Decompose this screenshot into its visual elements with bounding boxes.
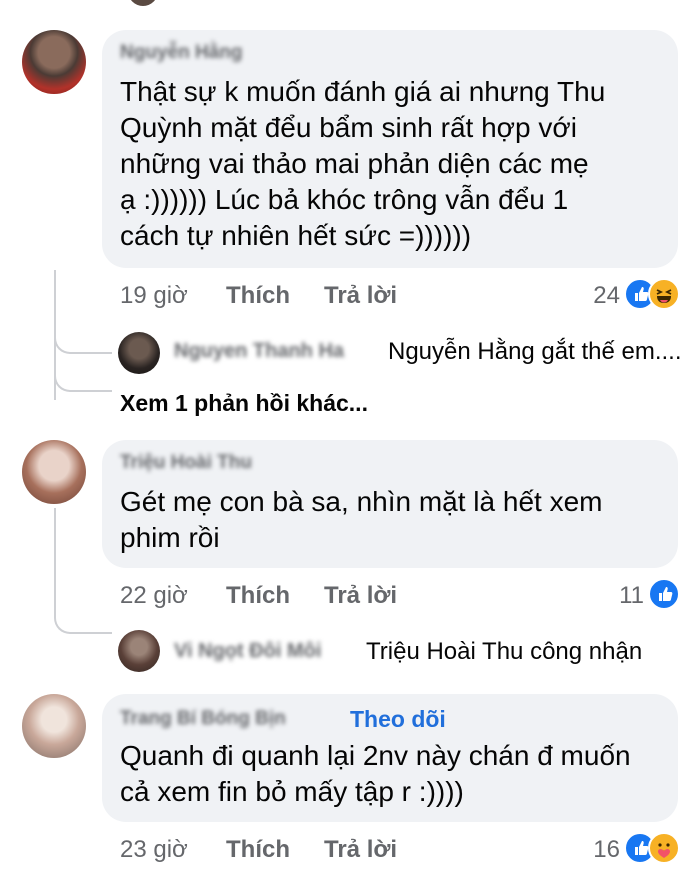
reaction-count[interactable]: 16 [570, 836, 620, 864]
avatar[interactable] [22, 694, 86, 758]
comment-actions: 19 giờ Thích Trả lời [120, 282, 520, 312]
reply-author[interactable]: Nguyen Thanh Ha [174, 340, 344, 363]
comment-actions: 22 giờ Thích Trả lời [120, 582, 520, 612]
follow-button[interactable]: Theo dõi [350, 706, 446, 733]
reply-preview[interactable]: Triệu Hoài Thu công nhận [366, 638, 642, 666]
like-link[interactable]: Thích [226, 836, 290, 864]
comment-text: Thật sự k muốn đánh giá ai nhưng Thu Quỳ… [120, 76, 606, 251]
like-link[interactable]: Thích [226, 582, 290, 610]
reply-avatar[interactable] [118, 630, 160, 672]
reply-link[interactable]: Trả lời [324, 282, 397, 310]
reaction-count[interactable]: 24 [570, 282, 620, 310]
avatar[interactable] [128, 0, 158, 6]
thread-line [54, 370, 112, 392]
like-icon[interactable] [648, 578, 680, 610]
like-link[interactable]: Thích [226, 282, 290, 310]
thread-line [54, 332, 112, 354]
reply-avatar[interactable] [118, 332, 160, 374]
comment-time[interactable]: 19 giờ [120, 282, 188, 310]
comment-author[interactable]: Triệu Hoài Thu [120, 452, 252, 474]
comment-time[interactable]: 22 giờ [120, 582, 188, 610]
reply-preview[interactable]: Nguyễn Hằng gắt thế em.... [388, 338, 682, 366]
comment-author[interactable]: Nguyễn Hằng [120, 42, 242, 64]
reply-link[interactable]: Trả lời [324, 836, 397, 864]
thread-line [54, 508, 56, 618]
avatar[interactable] [22, 440, 86, 504]
thread-line [54, 612, 112, 634]
comment-actions: 23 giờ Thích Trả lời [120, 836, 520, 866]
comment-text: Quanh đi quanh lại 2nv này chán đ muốn c… [120, 740, 631, 807]
comment-time[interactable]: 23 giờ [120, 836, 188, 864]
care-icon[interactable] [648, 832, 680, 864]
view-more-replies[interactable]: Xem 1 phản hồi khác... [120, 390, 368, 417]
haha-icon[interactable] [648, 278, 680, 310]
avatar[interactable] [22, 30, 86, 94]
reaction-count[interactable]: 11 [594, 582, 644, 610]
reply-author[interactable]: Vi Ngọt Đôi Môi [174, 640, 321, 663]
comment-text: Gét mẹ con bà sa, nhìn mặt là hết xem ph… [120, 486, 603, 553]
comment-author[interactable]: Trang Bí Bóng Bịn [120, 708, 286, 730]
reply-link[interactable]: Trả lời [324, 582, 397, 610]
